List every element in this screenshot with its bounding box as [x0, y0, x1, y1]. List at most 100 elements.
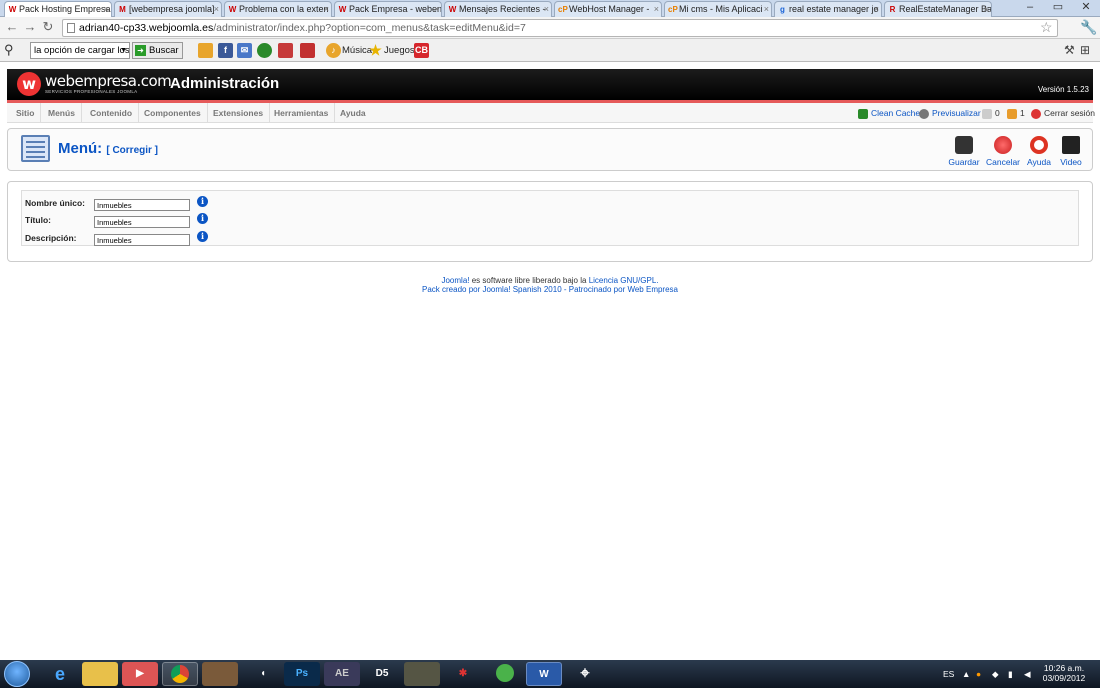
close-tab-icon[interactable]: ×: [874, 2, 879, 16]
browser-tab[interactable]: M [webempresa joomla] ×: [114, 1, 222, 17]
back-icon[interactable]: ←: [4, 19, 20, 35]
license-link[interactable]: Licencia GNU/GPL.: [589, 276, 659, 285]
close-tab-icon[interactable]: ×: [984, 2, 989, 16]
word-icon[interactable]: W: [526, 662, 562, 686]
counter-icon[interactable]: [300, 43, 315, 58]
crosshair-icon[interactable]: ⌖: [567, 662, 603, 686]
game-icon[interactable]: [202, 662, 238, 686]
close-tab-icon[interactable]: ×: [764, 2, 769, 16]
games-link[interactable]: Juegos: [384, 44, 415, 57]
browser-tab[interactable]: g real estate manager jo ×: [774, 1, 882, 17]
buscar-button[interactable]: ➜ Buscar: [132, 42, 183, 59]
photoshop-icon[interactable]: Ps: [284, 662, 320, 686]
dropdown-arrow-icon[interactable]: ▼: [120, 43, 127, 58]
tray-app-icon[interactable]: ●: [976, 660, 981, 688]
url-path: /administrator/index.php?option=com_menu…: [213, 22, 526, 34]
volume-icon[interactable]: ◀: [1024, 660, 1031, 688]
url-input[interactable]: adrian40-cp33.webjoomla.es/administrator…: [62, 19, 1058, 37]
bookmark-star-icon[interactable]: ☆: [1040, 19, 1053, 35]
browser-tab[interactable]: W Pack Hosting Empresa ×: [4, 1, 112, 18]
folder-icon[interactable]: [198, 43, 213, 58]
spider-icon[interactable]: ✱: [445, 662, 481, 686]
search-icon[interactable]: ⚲: [4, 43, 14, 57]
gmail-favicon-icon: M: [119, 5, 126, 14]
webempresa-favicon-icon: W: [338, 5, 347, 14]
forward-icon[interactable]: →: [22, 19, 38, 35]
windows-start-icon[interactable]: [4, 661, 30, 687]
clean-cache-link[interactable]: Clean Cache: [858, 103, 920, 123]
media-player-icon[interactable]: ▶: [122, 662, 158, 686]
tab-label: Pack Hosting Empresa: [19, 4, 111, 14]
facebook-icon[interactable]: f: [218, 43, 233, 58]
after-effects-icon[interactable]: AE: [324, 662, 360, 686]
app-icon[interactable]: [404, 662, 440, 686]
browser-tab[interactable]: R RealEstateManager Ba ×: [884, 1, 992, 17]
tray-app-icon[interactable]: ◆: [992, 660, 999, 688]
info-icon[interactable]: i: [197, 231, 208, 242]
logout-link[interactable]: Cerrar sesión: [1031, 103, 1095, 123]
search-toolbar: ⚲ la opción de cargar los ▼ ➜ Buscar f ✉…: [0, 39, 1100, 62]
add-icon[interactable]: ⊞: [1080, 43, 1090, 57]
description-input[interactable]: [94, 234, 190, 246]
tab-label: real estate manager jo: [789, 4, 879, 14]
page-title: Menú: [ Corregir ]: [58, 140, 159, 157]
tab-label: WebHost Manager -: [569, 4, 650, 14]
cancel-button[interactable]: Cancelar: [983, 134, 1023, 170]
browser-tab[interactable]: cP WebHost Manager - ×: [554, 1, 662, 17]
reload-icon[interactable]: ↻: [40, 19, 56, 35]
info-icon[interactable]: i: [197, 213, 208, 224]
url-host: adrian40-cp33.webjoomla.es: [79, 22, 214, 34]
close-tab-icon[interactable]: ×: [544, 2, 549, 16]
network-icon[interactable]: ▮: [1008, 660, 1013, 688]
internet-explorer-icon[interactable]: e: [42, 662, 78, 686]
messages-count[interactable]: 0: [982, 103, 1000, 123]
joomla-link[interactable]: Joomla!: [441, 276, 469, 285]
info-icon[interactable]: i: [197, 196, 208, 207]
menu-contenido[interactable]: Contenido: [84, 103, 140, 123]
preview-link[interactable]: Previsualizar: [919, 103, 981, 123]
utorrent-icon[interactable]: [487, 662, 523, 686]
browser-tab[interactable]: cP Mi cms - Mis Aplicaci ×: [664, 1, 772, 17]
admin-footer: Joomla! es software libre liberado bajo …: [0, 276, 1100, 294]
close-tab-icon[interactable]: ×: [214, 2, 219, 16]
media-app-icon[interactable]: ◖: [245, 662, 281, 686]
language-indicator[interactable]: ES: [943, 660, 954, 688]
tray-arrow-icon[interactable]: ▲: [962, 660, 970, 688]
toolbar-search-input[interactable]: la opción de cargar los ▼: [30, 42, 130, 59]
mail-icon[interactable]: ✉: [237, 43, 252, 58]
menu-sitio[interactable]: Sitio: [10, 103, 42, 123]
wrench-menu-icon[interactable]: 🔧: [1080, 19, 1097, 35]
maximize-icon[interactable]: ▭: [1044, 0, 1072, 15]
cb-icon[interactable]: CB: [414, 43, 429, 58]
menu-herramientas[interactable]: Herramientas: [268, 103, 336, 123]
browser-tab[interactable]: W Mensajes Recientes - ×: [444, 1, 552, 17]
save-button[interactable]: Guardar: [944, 134, 984, 170]
title-input[interactable]: [94, 216, 190, 228]
video-button[interactable]: Video: [1051, 134, 1091, 170]
file-explorer-icon[interactable]: [82, 662, 118, 686]
minimize-icon[interactable]: –: [1016, 0, 1044, 15]
music-icon[interactable]: ♪: [326, 43, 341, 58]
close-window-icon[interactable]: ✕: [1072, 0, 1100, 15]
browser-tab[interactable]: W Problema con la exten ×: [224, 1, 332, 17]
video-icon[interactable]: [278, 43, 293, 58]
chrome-icon[interactable]: [162, 662, 198, 686]
d5-icon[interactable]: D5: [364, 662, 400, 686]
tools-icon[interactable]: ⚒: [1064, 43, 1075, 57]
form-box: Nombre único: i Título: i Descripción: i: [7, 181, 1093, 262]
close-tab-icon[interactable]: ×: [434, 2, 439, 16]
menu-extensiones[interactable]: Extensiones: [207, 103, 271, 123]
menu-componentes[interactable]: Componentes: [138, 103, 208, 123]
close-tab-icon[interactable]: ×: [324, 2, 329, 16]
system-clock[interactable]: 10:26 a.m. 03/09/2012: [1040, 663, 1088, 683]
close-tab-icon[interactable]: ×: [104, 2, 109, 16]
unique-name-input[interactable]: [94, 199, 190, 211]
globe-icon[interactable]: [257, 43, 272, 58]
menu-menus[interactable]: Menús: [42, 103, 82, 123]
footer-line-2[interactable]: Pack creado por Joomla! Spanish 2010 - P…: [0, 285, 1100, 294]
toolbar-box: Menú: [ Corregir ] Guardar Cancelar Ayud…: [7, 128, 1093, 171]
menu-ayuda[interactable]: Ayuda: [334, 103, 372, 123]
close-tab-icon[interactable]: ×: [654, 2, 659, 16]
browser-tab[interactable]: W Pack Empresa - weben ×: [334, 1, 442, 17]
version-label: Versión 1.5.23: [1037, 85, 1089, 94]
